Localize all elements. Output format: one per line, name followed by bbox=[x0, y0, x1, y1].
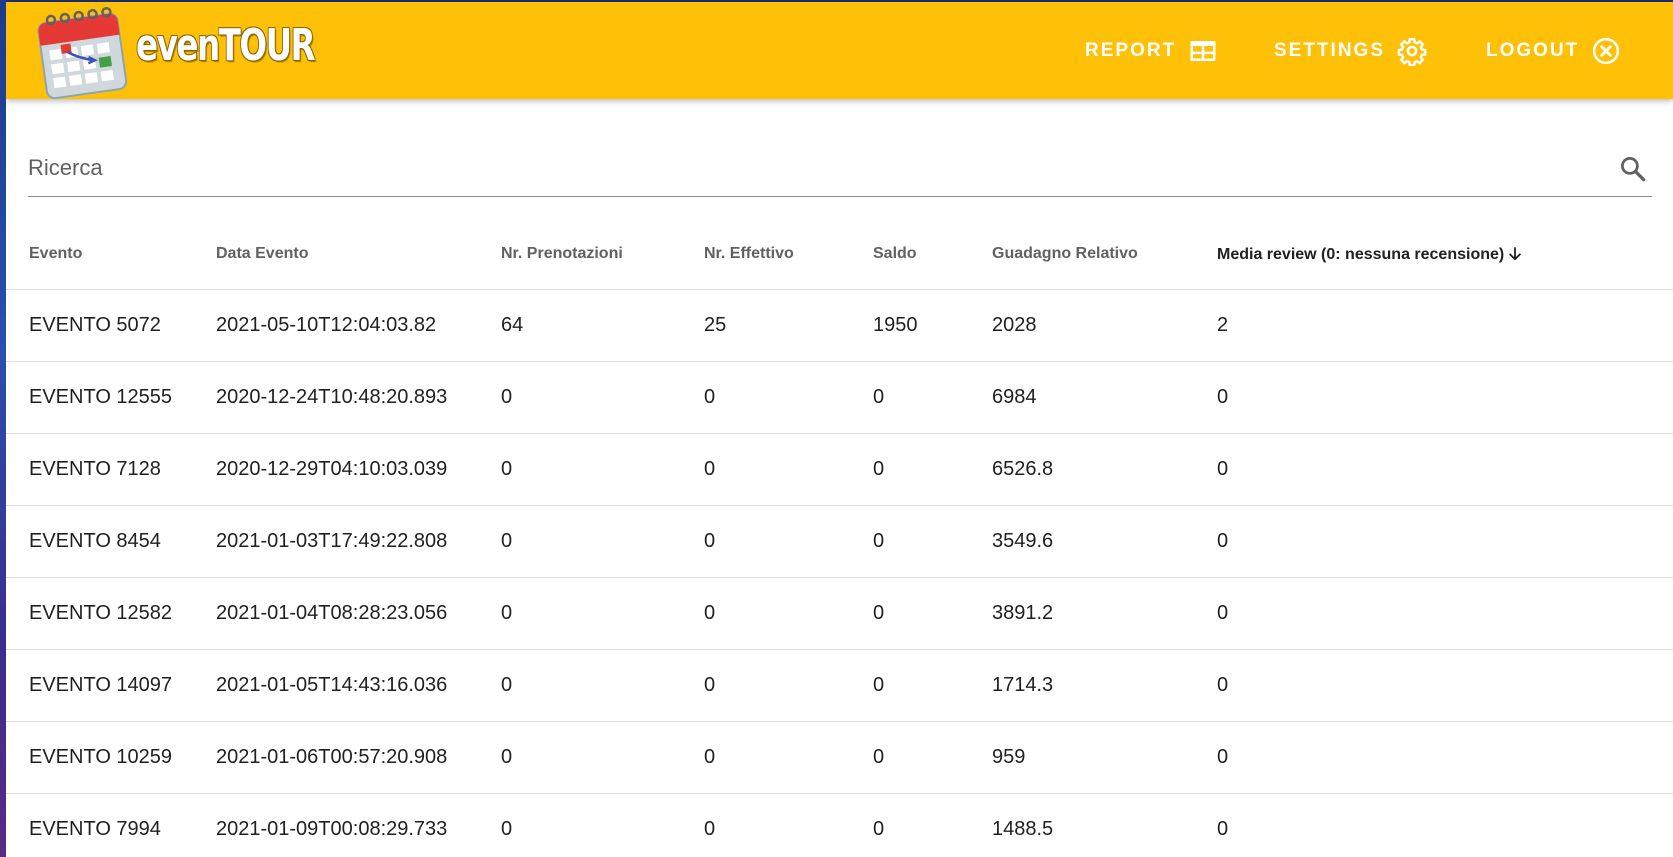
cell-nr-prenotazioni: 0 bbox=[501, 361, 704, 434]
cell-evento: EVENTO 14097 bbox=[6, 649, 216, 722]
calendar-logo-icon bbox=[37, 6, 128, 100]
column-header-media-review[interactable]: Media review (0: nessuna recensione) bbox=[1217, 219, 1673, 290]
gear-icon bbox=[1397, 37, 1427, 66]
report-label: REPORT bbox=[1085, 39, 1177, 61]
cell-guadagno-relativo: 1488.5 bbox=[992, 793, 1217, 857]
cell-saldo: 0 bbox=[873, 361, 992, 434]
cell-saldo: 0 bbox=[873, 433, 992, 506]
cell-data-evento: 2021-01-04T08:28:23.056 bbox=[216, 577, 501, 650]
cell-data-evento: 2020-12-29T04:10:03.039 bbox=[216, 433, 501, 506]
cell-media-review: 0 bbox=[1217, 505, 1673, 578]
cell-saldo: 0 bbox=[873, 793, 992, 857]
cell-data-evento: 2021-01-05T14:43:16.036 bbox=[216, 649, 501, 722]
cell-nr-effettivo: 0 bbox=[704, 505, 873, 578]
table-grid-icon bbox=[1190, 40, 1216, 61]
cell-media-review: 0 bbox=[1217, 577, 1673, 650]
settings-button[interactable]: SETTINGS bbox=[1274, 2, 1427, 99]
table-row[interactable]: EVENTO 14097 2021-01-05T14:43:16.036 0 0… bbox=[6, 649, 1673, 722]
cell-guadagno-relativo: 959 bbox=[992, 721, 1217, 794]
cell-saldo: 0 bbox=[873, 577, 992, 650]
events-table: Evento Data Evento Nr. Prenotazioni Nr. … bbox=[6, 219, 1673, 857]
search-field bbox=[28, 142, 1652, 197]
cell-saldo: 0 bbox=[873, 505, 992, 578]
cell-nr-prenotazioni: 64 bbox=[501, 289, 704, 362]
cell-guadagno-relativo: 3549.6 bbox=[992, 505, 1217, 578]
report-button[interactable]: REPORT bbox=[1085, 2, 1218, 99]
logout-button[interactable]: LOGOUT bbox=[1486, 2, 1621, 99]
column-header-saldo[interactable]: Saldo bbox=[873, 219, 992, 290]
table-row[interactable]: EVENTO 7128 2020-12-29T04:10:03.039 0 0 … bbox=[6, 433, 1673, 506]
cell-nr-prenotazioni: 0 bbox=[501, 721, 704, 794]
cell-saldo: 0 bbox=[873, 721, 992, 794]
table-row[interactable]: EVENTO 5072 2021-05-10T12:04:03.82 64 25… bbox=[6, 289, 1673, 362]
top-app-bar: evenTOUR REPORT SETTINGS LOGOUT bbox=[6, 2, 1673, 100]
brand-name: evenTOUR bbox=[136, 20, 316, 71]
table-row[interactable]: EVENTO 12582 2021-01-04T08:28:23.056 0 0… bbox=[6, 577, 1673, 650]
cell-data-evento: 2020-12-24T10:48:20.893 bbox=[216, 361, 501, 434]
cell-nr-prenotazioni: 0 bbox=[501, 649, 704, 722]
cell-evento: EVENTO 12555 bbox=[6, 361, 216, 434]
logo[interactable]: evenTOUR bbox=[28, 2, 316, 100]
settings-label: SETTINGS bbox=[1274, 39, 1386, 61]
cell-evento: EVENTO 7994 bbox=[6, 793, 216, 857]
cell-nr-prenotazioni: 0 bbox=[501, 577, 704, 650]
cell-media-review: 0 bbox=[1217, 721, 1673, 794]
table-row[interactable]: EVENTO 12555 2020-12-24T10:48:20.893 0 0… bbox=[6, 361, 1673, 434]
cell-evento: EVENTO 8454 bbox=[6, 505, 216, 578]
cell-data-evento: 2021-05-10T12:04:03.82 bbox=[216, 289, 501, 362]
column-header-guadagno-relativo[interactable]: Guadagno Relativo bbox=[992, 219, 1217, 290]
column-header-evento[interactable]: Evento bbox=[6, 219, 216, 290]
cell-guadagno-relativo: 6984 bbox=[992, 361, 1217, 434]
search-icon[interactable] bbox=[1618, 154, 1648, 184]
cell-media-review: 0 bbox=[1217, 433, 1673, 506]
cell-media-review: 0 bbox=[1217, 649, 1673, 722]
cell-guadagno-relativo: 3891.2 bbox=[992, 577, 1217, 650]
cell-saldo: 1950 bbox=[873, 289, 992, 362]
search-input[interactable] bbox=[28, 150, 1588, 186]
cell-media-review: 0 bbox=[1217, 361, 1673, 434]
cell-guadagno-relativo: 2028 bbox=[992, 289, 1217, 362]
column-header-nr-effettivo[interactable]: Nr. Effettivo bbox=[704, 219, 873, 290]
cell-nr-effettivo: 0 bbox=[704, 433, 873, 506]
cell-nr-effettivo: 0 bbox=[704, 793, 873, 857]
cell-nr-effettivo: 0 bbox=[704, 577, 873, 650]
table-header-row: Evento Data Evento Nr. Prenotazioni Nr. … bbox=[6, 219, 1673, 290]
cell-guadagno-relativo: 6526.8 bbox=[992, 433, 1217, 506]
cell-saldo: 0 bbox=[873, 649, 992, 722]
cell-evento: EVENTO 10259 bbox=[6, 721, 216, 794]
cell-data-evento: 2021-01-03T17:49:22.808 bbox=[216, 505, 501, 578]
cell-evento: EVENTO 12582 bbox=[6, 577, 216, 650]
column-header-nr-prenotazioni[interactable]: Nr. Prenotazioni bbox=[501, 219, 704, 290]
cell-nr-effettivo: 0 bbox=[704, 361, 873, 434]
table-row[interactable]: EVENTO 10259 2021-01-06T00:57:20.908 0 0… bbox=[6, 721, 1673, 794]
sort-descending-arrow-icon[interactable] bbox=[1506, 245, 1524, 263]
cell-media-review: 2 bbox=[1217, 289, 1673, 362]
column-header-data-evento[interactable]: Data Evento bbox=[216, 219, 501, 290]
table-row[interactable]: EVENTO 7994 2021-01-09T00:08:29.733 0 0 … bbox=[6, 793, 1673, 857]
cell-nr-effettivo: 0 bbox=[704, 649, 873, 722]
close-circle-icon bbox=[1593, 37, 1620, 64]
cell-evento: EVENTO 7128 bbox=[6, 433, 216, 506]
table-row[interactable]: EVENTO 8454 2021-01-03T17:49:22.808 0 0 … bbox=[6, 505, 1673, 578]
cell-data-evento: 2021-01-09T00:08:29.733 bbox=[216, 793, 501, 857]
cell-guadagno-relativo: 1714.3 bbox=[992, 649, 1217, 722]
app-window: evenTOUR REPORT SETTINGS LOGOUT Ricerca … bbox=[6, 2, 1673, 857]
cell-nr-prenotazioni: 0 bbox=[501, 505, 704, 578]
cell-nr-effettivo: 0 bbox=[704, 721, 873, 794]
cell-nr-prenotazioni: 0 bbox=[501, 793, 704, 857]
cell-evento: EVENTO 5072 bbox=[6, 289, 216, 362]
cell-nr-prenotazioni: 0 bbox=[501, 433, 704, 506]
cell-data-evento: 2021-01-06T00:57:20.908 bbox=[216, 721, 501, 794]
cell-media-review: 0 bbox=[1217, 793, 1673, 857]
cell-nr-effettivo: 25 bbox=[704, 289, 873, 362]
logout-label: LOGOUT bbox=[1486, 39, 1580, 61]
column-header-media-review-label: Media review (0: nessuna recensione) bbox=[1217, 245, 1505, 263]
